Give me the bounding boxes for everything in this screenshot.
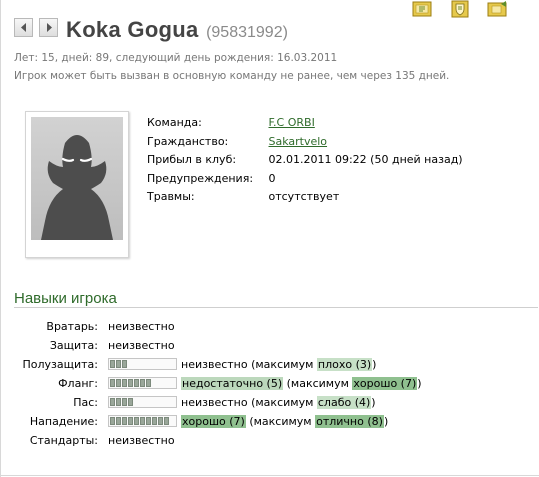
skill-max-close: ) <box>372 358 377 371</box>
arrived-row: Прибыл в клуб: 02.01.2011 09:22 (50 дней… <box>147 153 463 172</box>
skill-label: Фланг: <box>58 377 98 390</box>
skill-label: Защита: <box>49 339 98 352</box>
skill-bar-segment <box>146 417 151 425</box>
skill-bar <box>108 377 177 389</box>
skill-bar-segment <box>152 417 157 425</box>
skill-max-open: (максимум <box>286 377 349 390</box>
skill-label: Стандарты: <box>29 434 98 447</box>
skill-bar-segment <box>122 417 127 425</box>
skill-bar-segment <box>128 379 133 387</box>
skill-bar-segment <box>122 379 127 387</box>
section-divider <box>14 307 538 308</box>
skill-bar-segment <box>110 417 115 425</box>
skill-max-close: ) <box>417 377 422 390</box>
page-frame-bottom <box>0 475 539 476</box>
skill-level: неизвестно <box>108 434 175 447</box>
injuries-row: Травмы: отсутствует <box>147 190 463 209</box>
eligibility-notice: Игрок может быть вызван в основную коман… <box>14 70 450 82</box>
skill-bar <box>108 396 177 408</box>
skills-section-title: Навыки игрока <box>14 290 117 307</box>
skill-bar-segment <box>116 417 121 425</box>
skill-bar-segment <box>116 360 121 368</box>
skill-max-open: (максимум <box>249 415 312 428</box>
citizenship-label: Гражданство: <box>147 134 229 148</box>
team-row: Команда: F.C ORBI <box>147 116 463 135</box>
skill-max-value: слабо (4) <box>316 396 372 409</box>
team-label: Команда: <box>147 116 202 129</box>
skill-bar-segment <box>158 417 163 425</box>
injuries-value: отсутствует <box>268 190 340 203</box>
team-link[interactable]: F.C ORBI <box>269 116 315 129</box>
skill-bar-segment <box>164 417 169 425</box>
skill-bar-segment <box>116 379 121 387</box>
skill-bar-segment <box>128 398 133 406</box>
arrived-label: Прибыл в клуб: <box>147 153 237 166</box>
skill-label: Вратарь: <box>46 320 98 333</box>
skill-label: Пас: <box>73 396 98 409</box>
skill-label: Полузащита: <box>22 358 99 371</box>
skill-level: неизвестно <box>181 358 248 371</box>
skill-bar <box>108 415 177 427</box>
citizenship-row: Гражданство: Sakartvelo <box>147 135 463 154</box>
skill-bar-segment <box>128 417 133 425</box>
skill-max-value: хорошо (7) <box>352 377 418 390</box>
skill-label: Нападение: <box>29 415 98 428</box>
injuries-label: Травмы: <box>147 190 195 203</box>
player-silhouette-icon <box>31 117 123 240</box>
shield-doc-icon[interactable] <box>449 0 473 18</box>
skill-bar-segment <box>110 379 115 387</box>
arrived-value: 02.01.2011 09:22 (50 дней назад) <box>268 153 463 166</box>
arrow-right-icon <box>46 23 52 32</box>
skill-bar-segment <box>140 417 145 425</box>
skill-level: хорошо (7) <box>181 415 246 428</box>
skill-bar-segment <box>134 417 139 425</box>
skill-max-close: ) <box>371 396 376 409</box>
folder-export-icon[interactable] <box>486 0 510 18</box>
skill-level: неизвестно <box>108 339 175 352</box>
skill-level: неизвестно <box>108 320 175 333</box>
warnings-value: 0 <box>268 171 276 185</box>
warnings-row: Предупреждения: 0 <box>147 172 463 191</box>
player-photo <box>25 111 129 258</box>
skill-bar-segment <box>116 398 121 406</box>
skill-max-close: ) <box>383 415 389 428</box>
skill-max-open: (максимум <box>251 358 314 371</box>
skill-bar-segment <box>122 360 127 368</box>
player-details: Команда: F.C ORBI Гражданство: Sakartvel… <box>147 116 463 209</box>
skill-bar-segment <box>122 398 127 406</box>
skill-max-open: (максимум <box>251 396 314 409</box>
next-player-button[interactable] <box>39 18 58 37</box>
skill-level: неизвестно <box>181 396 248 409</box>
folder-tool-icon[interactable] <box>411 0 435 18</box>
player-id: (95831992) <box>206 24 288 41</box>
skill-bar-segment <box>110 360 115 368</box>
player-age-info: Лет: 15, дней: 89, следующий день рожден… <box>14 52 338 64</box>
skill-max-value: плохо (3) <box>316 358 373 371</box>
skill-bar <box>108 358 177 370</box>
citizenship-link[interactable]: Sakartvelo <box>269 135 328 148</box>
skill-max-value: отлично (8) <box>315 415 384 428</box>
skill-bar-segment <box>146 379 151 387</box>
skill-bar-segment <box>134 379 139 387</box>
arrow-left-icon <box>20 23 26 32</box>
player-name: Koka Gogua <box>66 17 199 42</box>
skill-bar-segment <box>140 379 145 387</box>
warnings-label: Предупреждения: <box>147 171 254 185</box>
skill-level: недостаточно (5) <box>181 377 284 390</box>
page-title: Koka Gogua (95831992) <box>66 17 288 43</box>
previous-player-button[interactable] <box>14 18 33 37</box>
skill-bar-segment <box>110 398 115 406</box>
